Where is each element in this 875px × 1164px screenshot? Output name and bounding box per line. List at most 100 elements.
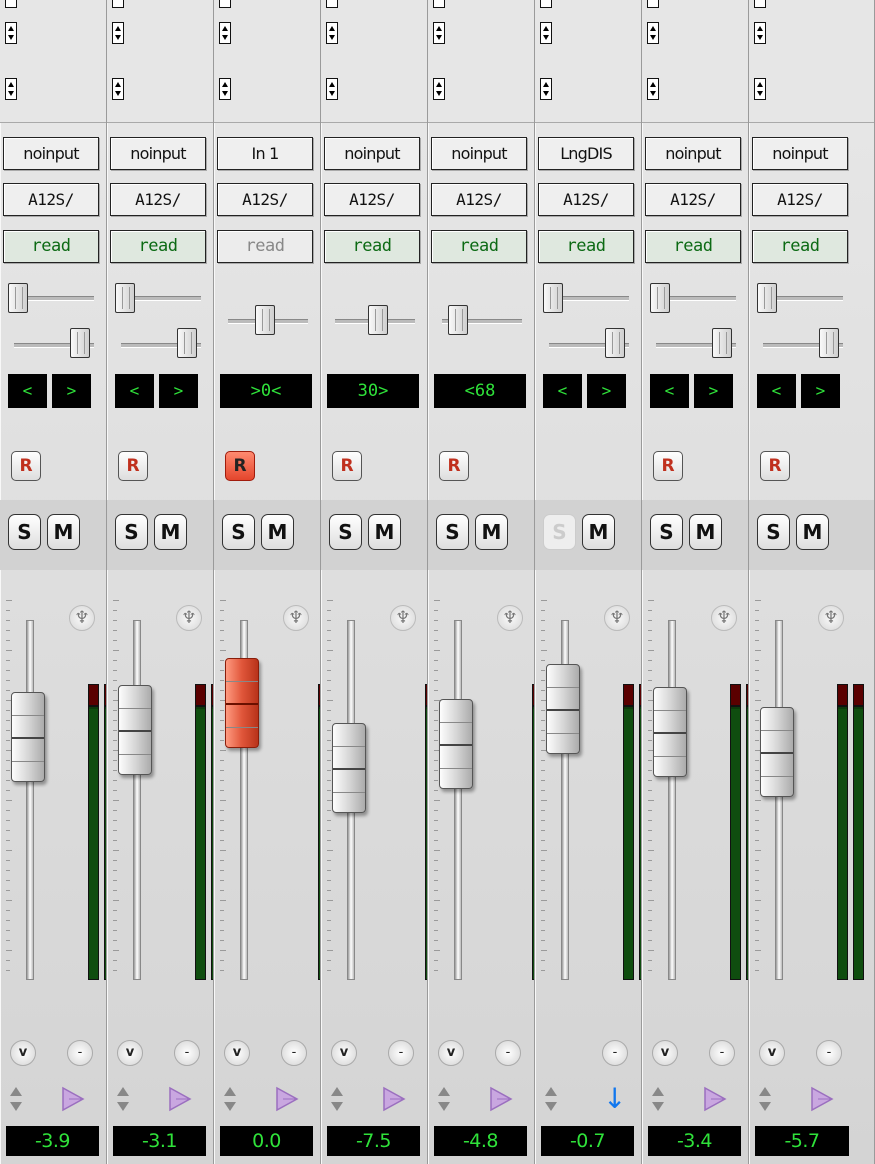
- pan-right-slider-thumb[interactable]: [712, 328, 732, 358]
- pan-readout[interactable]: 30>: [327, 374, 419, 408]
- automation-mode-button[interactable]: read: [645, 230, 741, 263]
- output-selector-button[interactable]: A12S/: [324, 183, 420, 216]
- volume-fader[interactable]: [11, 692, 45, 782]
- record-arm-button[interactable]: R: [332, 451, 362, 481]
- volume-fader[interactable]: [546, 664, 580, 754]
- pan-left-slider-thumb[interactable]: [8, 283, 28, 313]
- solo-button[interactable]: S: [8, 514, 41, 550]
- updown-icon[interactable]: [219, 0, 231, 8]
- solo-button[interactable]: S: [329, 514, 362, 550]
- volume-fader[interactable]: [118, 685, 152, 775]
- updown-icon[interactable]: [112, 22, 124, 44]
- record-arm-button[interactable]: R: [653, 451, 683, 481]
- pan-readout[interactable]: <68: [434, 374, 526, 408]
- input-selector-button[interactable]: noinput: [645, 137, 741, 170]
- mute-button[interactable]: M: [261, 514, 294, 550]
- voice-icon[interactable]: [59, 1084, 87, 1114]
- volume-readout[interactable]: -0.7: [541, 1126, 634, 1156]
- pan-slider-thumb[interactable]: [448, 305, 468, 335]
- automation-mode-button[interactable]: read: [3, 230, 99, 263]
- updown-icon[interactable]: [540, 22, 552, 44]
- pin-icon[interactable]: ♆: [176, 605, 202, 631]
- automation-mode-button[interactable]: read: [431, 230, 527, 263]
- volume-readout[interactable]: -4.8: [434, 1126, 527, 1156]
- pan-left-slider-thumb[interactable]: [543, 283, 563, 313]
- mute-button[interactable]: M: [47, 514, 80, 550]
- pan-right-readout[interactable]: >: [694, 374, 733, 408]
- minus-button[interactable]: -: [67, 1040, 93, 1066]
- minus-button[interactable]: -: [388, 1040, 414, 1066]
- output-selector-button[interactable]: A12S/: [752, 183, 848, 216]
- solo-button[interactable]: S: [115, 514, 148, 550]
- updown-icon[interactable]: [5, 22, 17, 44]
- pan-left-readout[interactable]: <: [8, 374, 47, 408]
- updown-icon[interactable]: [433, 78, 445, 100]
- mute-button[interactable]: M: [689, 514, 722, 550]
- solo-button[interactable]: S: [650, 514, 683, 550]
- volume-readout[interactable]: -7.5: [327, 1126, 420, 1156]
- automation-mode-button[interactable]: read: [538, 230, 634, 263]
- record-arm-button[interactable]: R: [225, 451, 255, 481]
- pan-right-slider-thumb[interactable]: [70, 328, 90, 358]
- mute-button[interactable]: M: [582, 514, 615, 550]
- updown-icon[interactable]: [5, 78, 17, 100]
- pan-slider-thumb[interactable]: [255, 305, 275, 335]
- voice-assign-button[interactable]: v: [759, 1040, 785, 1066]
- pin-icon[interactable]: ♆: [604, 605, 630, 631]
- updown-icon[interactable]: [540, 0, 552, 8]
- pan-left-readout[interactable]: <: [650, 374, 689, 408]
- voice-icon[interactable]: [701, 1084, 729, 1114]
- mute-button[interactable]: M: [475, 514, 508, 550]
- voice-icon[interactable]: [166, 1084, 194, 1114]
- minus-button[interactable]: -: [281, 1040, 307, 1066]
- mute-button[interactable]: M: [154, 514, 187, 550]
- pan-left-slider-thumb[interactable]: [757, 283, 777, 313]
- pan-right-readout[interactable]: >: [159, 374, 198, 408]
- voice-icon[interactable]: [380, 1084, 408, 1114]
- updown-icon[interactable]: [112, 0, 124, 8]
- output-selector-button[interactable]: A12S/: [431, 183, 527, 216]
- record-arm-button[interactable]: R: [439, 451, 469, 481]
- voice-assign-button[interactable]: v: [117, 1040, 143, 1066]
- voice-assign-button[interactable]: v: [10, 1040, 36, 1066]
- voice-assign-button[interactable]: v: [224, 1040, 250, 1066]
- input-selector-button[interactable]: LngDIS: [538, 137, 634, 170]
- output-selector-button[interactable]: A12S/: [538, 183, 634, 216]
- voice-assign-button[interactable]: v: [652, 1040, 678, 1066]
- down-arrow-icon[interactable]: ↓: [603, 1084, 626, 1118]
- input-selector-button[interactable]: In 1: [217, 137, 313, 170]
- volume-fader[interactable]: [225, 658, 259, 748]
- solo-button[interactable]: S: [436, 514, 469, 550]
- pan-right-readout[interactable]: >: [52, 374, 91, 408]
- output-selector-button[interactable]: A12S/: [110, 183, 206, 216]
- pan-right-slider-thumb[interactable]: [177, 328, 197, 358]
- minus-button[interactable]: -: [816, 1040, 842, 1066]
- pin-icon[interactable]: ♆: [818, 605, 844, 631]
- pin-icon[interactable]: ♆: [711, 605, 737, 631]
- updown-icon[interactable]: [647, 78, 659, 100]
- input-selector-button[interactable]: noinput: [110, 137, 206, 170]
- output-selector-button[interactable]: A12S/: [3, 183, 99, 216]
- updown-icon[interactable]: [326, 78, 338, 100]
- updown-icon[interactable]: [116, 1086, 130, 1112]
- updown-icon[interactable]: [647, 0, 659, 8]
- voice-assign-button[interactable]: v: [331, 1040, 357, 1066]
- voice-icon[interactable]: [273, 1084, 301, 1114]
- updown-icon[interactable]: [219, 78, 231, 100]
- updown-icon[interactable]: [433, 0, 445, 8]
- pin-icon[interactable]: ♆: [390, 605, 416, 631]
- pan-left-slider-thumb[interactable]: [650, 283, 670, 313]
- mute-button[interactable]: M: [796, 514, 829, 550]
- updown-icon[interactable]: [754, 22, 766, 44]
- updown-icon[interactable]: [758, 1086, 772, 1112]
- record-arm-button[interactable]: R: [11, 451, 41, 481]
- input-selector-button[interactable]: noinput: [752, 137, 848, 170]
- input-selector-button[interactable]: noinput: [3, 137, 99, 170]
- volume-fader[interactable]: [439, 699, 473, 789]
- updown-icon[interactable]: [219, 22, 231, 44]
- pan-right-slider-thumb[interactable]: [819, 328, 839, 358]
- automation-mode-button[interactable]: read: [110, 230, 206, 263]
- voice-assign-button[interactable]: v: [438, 1040, 464, 1066]
- record-arm-button[interactable]: R: [760, 451, 790, 481]
- updown-icon[interactable]: [326, 0, 338, 8]
